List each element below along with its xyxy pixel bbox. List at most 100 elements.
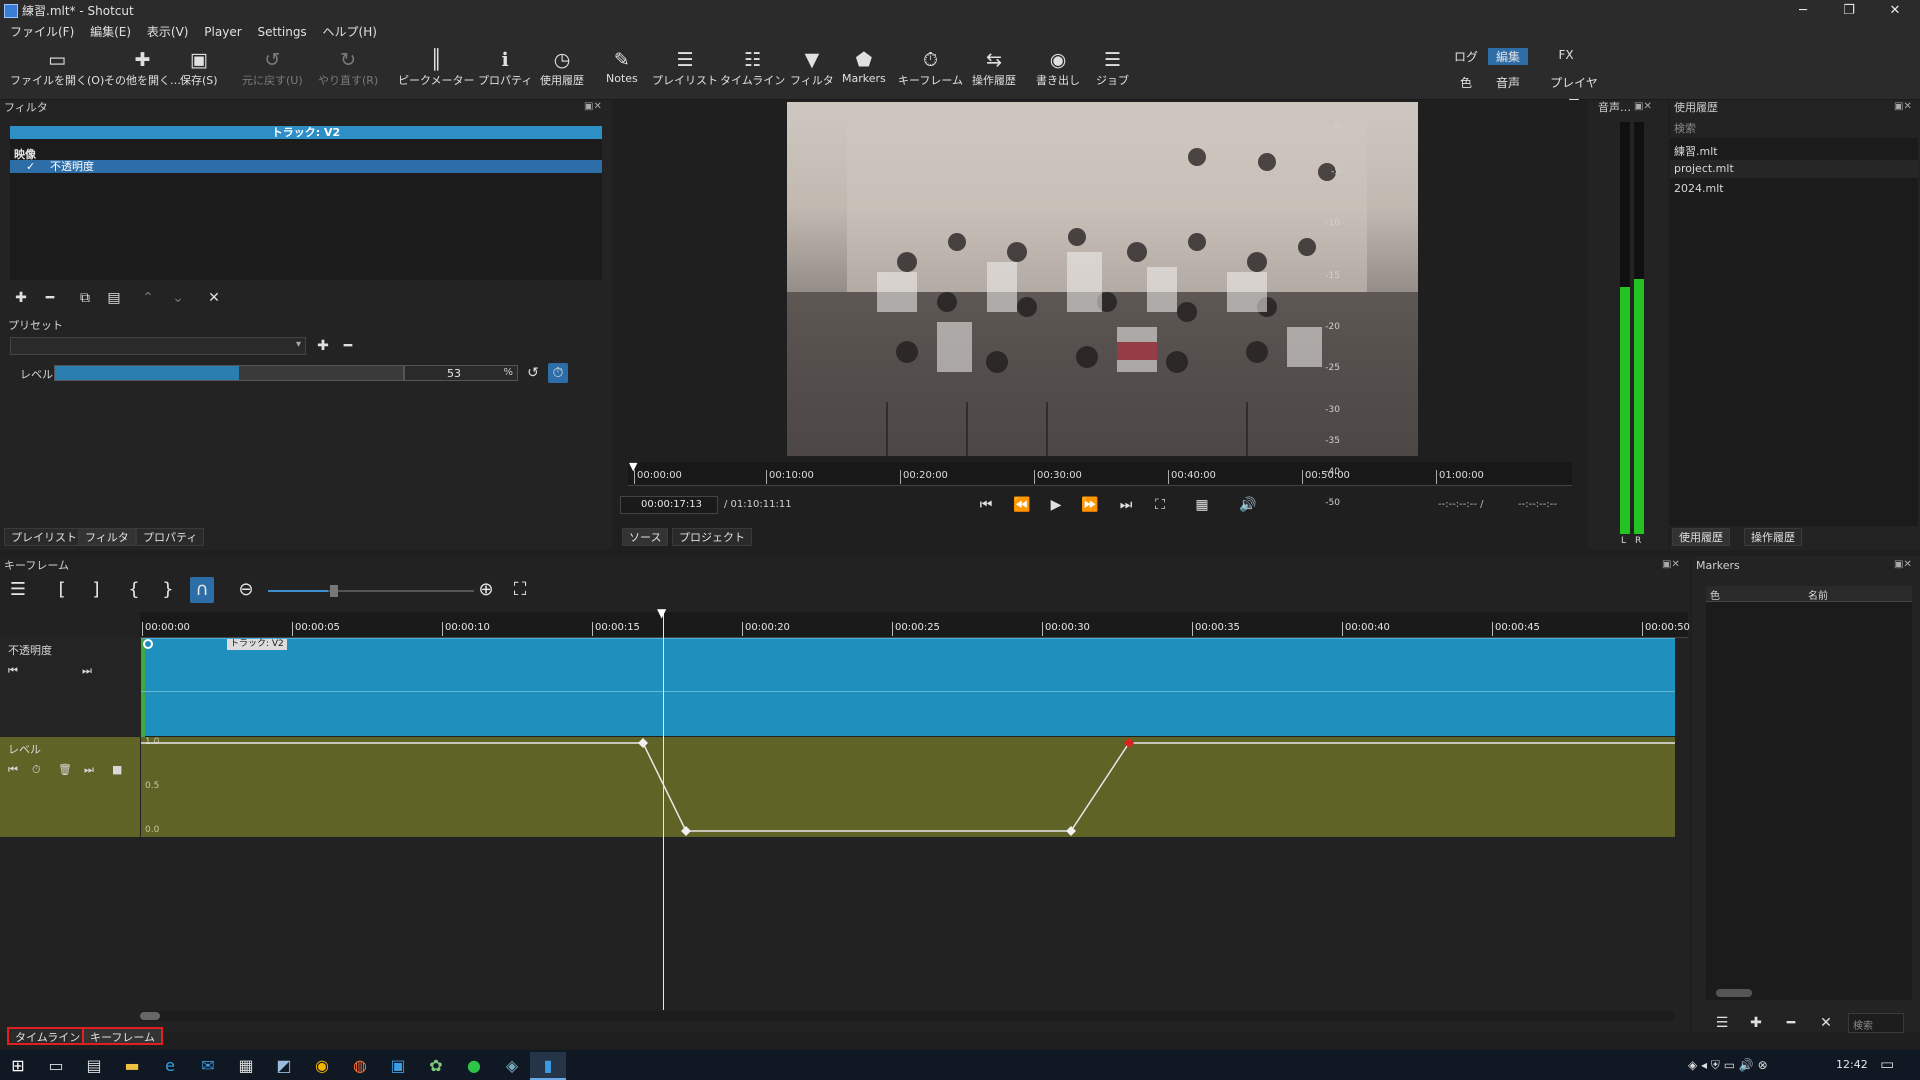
zoom-out-icon[interactable]: ⊖ [234,577,258,603]
fast-forward-icon[interactable]: ⏩ [1080,495,1100,515]
open-file-button[interactable]: ▭ ファイルを開く(O) [10,48,104,88]
taskbar-clock[interactable]: 12:42 [1836,1058,1868,1071]
timeline-button[interactable]: ☷ タイムライン [720,48,785,88]
level-spinbox[interactable]: 53 % [404,365,518,381]
restore-button[interactable]: ❐ [1826,0,1872,22]
move-up-button[interactable]: ⌃ [138,288,158,308]
tab-timeline[interactable]: タイムライン [7,1027,89,1045]
keyframes-button[interactable]: ⏱ キーフレーム [898,48,963,88]
chrome-icon[interactable]: ◉ [304,1052,340,1080]
zoom-slider-handle[interactable] [330,585,338,597]
add-preset-button[interactable]: ✚ [313,337,333,355]
filter-checkbox[interactable]: ✓ [26,160,35,173]
file-explorer-icon[interactable]: ▬ [114,1052,150,1080]
zoom-fit-timeline-icon[interactable]: ⛶ [508,577,532,603]
windows-start-icon[interactable]: ⊞ [0,1052,36,1080]
app-icon[interactable]: ◩ [266,1052,302,1080]
menu-edit[interactable]: 編集(E) [84,22,137,42]
layout-color[interactable]: 色 [1446,74,1486,91]
move-down-button[interactable]: ⌄ [168,288,188,308]
menu-settings[interactable]: Settings [251,22,312,42]
rewind-icon[interactable]: ⏪ [1012,495,1032,515]
undo-button[interactable]: ↺ 元に戻す(U) [242,48,303,88]
firefox-icon[interactable]: ◍ [342,1052,378,1080]
markers-menu-icon[interactable]: ☰ [1712,1013,1732,1033]
peak-meter-button[interactable]: ║ ピークメーター [398,48,475,88]
app-icon[interactable]: ✿ [418,1052,454,1080]
properties-button[interactable]: ℹ プロパティ [478,48,532,88]
markers-search-input[interactable]: 検索 [1848,1013,1904,1033]
redo-button[interactable]: ↻ やり直す(R) [318,48,378,88]
keyframes-hscroll[interactable] [140,1011,1674,1021]
recent-item[interactable]: 練習.mlt [1674,143,1718,159]
keyframes-panel-float-close[interactable]: ▣✕ [1662,559,1680,570]
tab-filters[interactable]: フィルタ [78,528,136,546]
tab-source[interactable]: ソース [622,528,669,546]
seek-next-icon[interactable]: ⏭ [82,664,92,678]
remove-filter-button[interactable]: ━ [40,288,60,308]
playlist-button[interactable]: ☰ プレイリスト [652,48,718,88]
filters-button[interactable]: ▼ フィルタ [790,48,834,88]
notes-button[interactable]: ✎ Notes [606,48,638,85]
menu-player[interactable]: Player [198,22,247,42]
layout-edit[interactable]: 編集 [1488,48,1528,65]
clip-block[interactable]: トラック: V2 [141,638,1675,737]
jobs-button[interactable]: ☰ ジョブ [1096,48,1129,88]
keyframe-stopwatch-icon[interactable]: ⏱ [548,363,568,383]
seek-next-keyframe-icon[interactable]: ⏭ [84,763,94,777]
param-track-level[interactable]: 1.0 0.5 0.0 [141,737,1675,837]
player-playhead[interactable]: ▼ [629,460,637,473]
play-icon[interactable]: ▶ [1046,495,1066,515]
export-button[interactable]: ◉ 書き出し [1036,48,1080,88]
tab-keyframes[interactable]: キーフレーム [82,1027,164,1045]
stop-icon[interactable]: ■ [112,763,122,776]
menu-help[interactable]: ヘルプ(H) [317,22,383,42]
save-button[interactable]: ▣ 保存(S) [180,48,218,88]
filter-item-opacity[interactable]: ✓ 不透明度 [10,160,602,173]
deselect-filter-button[interactable]: ✕ [204,288,224,308]
audio-meter-float-close[interactable]: ▣✕ [1634,101,1652,112]
keyframes-playhead-handle[interactable]: ▼ [657,606,666,620]
calculator-icon[interactable]: ▦ [228,1052,264,1080]
system-tray-icons[interactable]: ◈ ◂ ⛨ ▭ 🔊 ⊗ [1688,1058,1768,1073]
zoom-slider[interactable] [268,585,474,597]
app-icon[interactable]: ▣ [380,1052,416,1080]
preset-combo[interactable]: ▾ [10,337,306,355]
anim-in-icon[interactable]: { [122,577,146,603]
add-marker-button[interactable]: ✚ [1746,1013,1766,1033]
trim-out-icon[interactable]: ] [84,577,108,603]
filters-panel-float-close[interactable]: ▣✕ [584,101,602,112]
anim-out-icon[interactable]: } [156,577,180,603]
level-slider[interactable] [54,365,404,381]
markers-button[interactable]: ⬟ Markers [842,48,886,85]
line-chat-icon[interactable]: ● [456,1052,492,1080]
seek-previous-keyframe-icon[interactable]: ⏮ [8,763,18,777]
recent-item[interactable]: 2024.mlt [1674,182,1724,195]
seek-previous-icon[interactable]: ⏮ [8,664,18,678]
clear-markers-button[interactable]: ✕ [1816,1013,1836,1033]
snap-magnet-icon[interactable]: ∩ [190,577,214,603]
terminal-icon[interactable]: ▤ [76,1052,112,1080]
menu-view[interactable]: 表示(V) [141,22,195,42]
volume-icon[interactable]: 🔊 [1238,495,1258,515]
add-filter-button[interactable]: ✚ [11,288,31,308]
layout-log[interactable]: ログ [1446,48,1486,65]
remove-marker-button[interactable]: ━ [1781,1013,1801,1033]
trash-icon[interactable]: 🗑 [58,763,72,776]
markers-hscroll-thumb[interactable] [1716,989,1752,997]
keyframes-playhead[interactable] [663,610,664,1010]
close-button[interactable]: ✕ [1872,0,1918,22]
tab-recent[interactable]: 使用履歴 [1672,528,1730,546]
history-button[interactable]: ⇆ 操作履歴 [972,48,1016,88]
layout-fx[interactable]: FX [1546,48,1586,62]
recent-button[interactable]: ◷ 使用履歴 [540,48,584,88]
level-reset-icon[interactable]: ↺ [523,363,543,383]
edge-browser-icon[interactable]: e [152,1052,188,1080]
keyframes-menu-icon[interactable]: ☰ [6,577,30,603]
zoom-fit-icon[interactable]: ⛶ [1150,495,1170,515]
tab-properties[interactable]: プロパティ [136,528,205,546]
tab-playlist[interactable]: プレイリスト [4,528,84,546]
keyframes-hscroll-thumb[interactable] [140,1012,160,1020]
remove-preset-button[interactable]: ━ [338,337,358,355]
markers-col-color[interactable]: 色 [1710,587,1720,602]
